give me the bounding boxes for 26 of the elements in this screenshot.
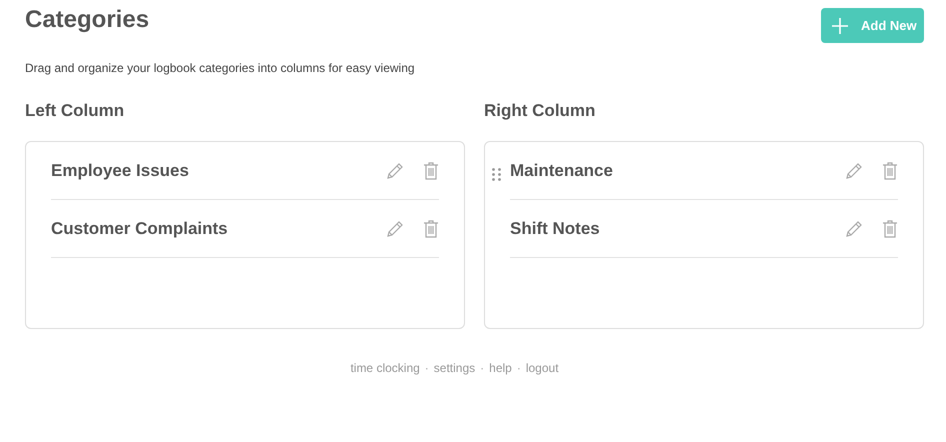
delete-icon[interactable] bbox=[423, 218, 439, 238]
add-new-button[interactable]: Add New bbox=[821, 8, 924, 43]
plus-icon bbox=[831, 16, 849, 34]
delete-icon[interactable] bbox=[882, 160, 898, 180]
separator: · bbox=[479, 361, 486, 375]
category-name[interactable]: Maintenance bbox=[510, 160, 826, 180]
edit-icon[interactable] bbox=[385, 160, 405, 180]
category-name[interactable]: Customer Complaints bbox=[51, 218, 367, 238]
page-title: Categories bbox=[25, 6, 150, 34]
description-text: Drag and organize your logbook categories into columns for easy viewing bbox=[25, 61, 416, 75]
category-name[interactable]: Employee Issues bbox=[51, 160, 367, 180]
column-title: Right Column bbox=[484, 101, 596, 121]
edit-icon[interactable] bbox=[385, 218, 405, 238]
delete-icon[interactable] bbox=[882, 218, 898, 238]
footer-link[interactable]: settings bbox=[434, 361, 476, 375]
footer-link[interactable]: logout bbox=[526, 361, 559, 375]
footer-link[interactable]: time clocking bbox=[350, 361, 420, 375]
delete-icon[interactable] bbox=[423, 160, 439, 180]
edit-icon[interactable] bbox=[844, 160, 864, 180]
separator: · bbox=[516, 361, 522, 375]
category-name[interactable]: Shift Notes bbox=[510, 218, 826, 238]
separator: · bbox=[424, 361, 430, 375]
column-title: Left Column bbox=[25, 101, 126, 121]
edit-icon[interactable] bbox=[844, 218, 864, 238]
drag-handle-icon[interactable] bbox=[492, 168, 501, 182]
footer-link[interactable]: help bbox=[489, 361, 512, 375]
